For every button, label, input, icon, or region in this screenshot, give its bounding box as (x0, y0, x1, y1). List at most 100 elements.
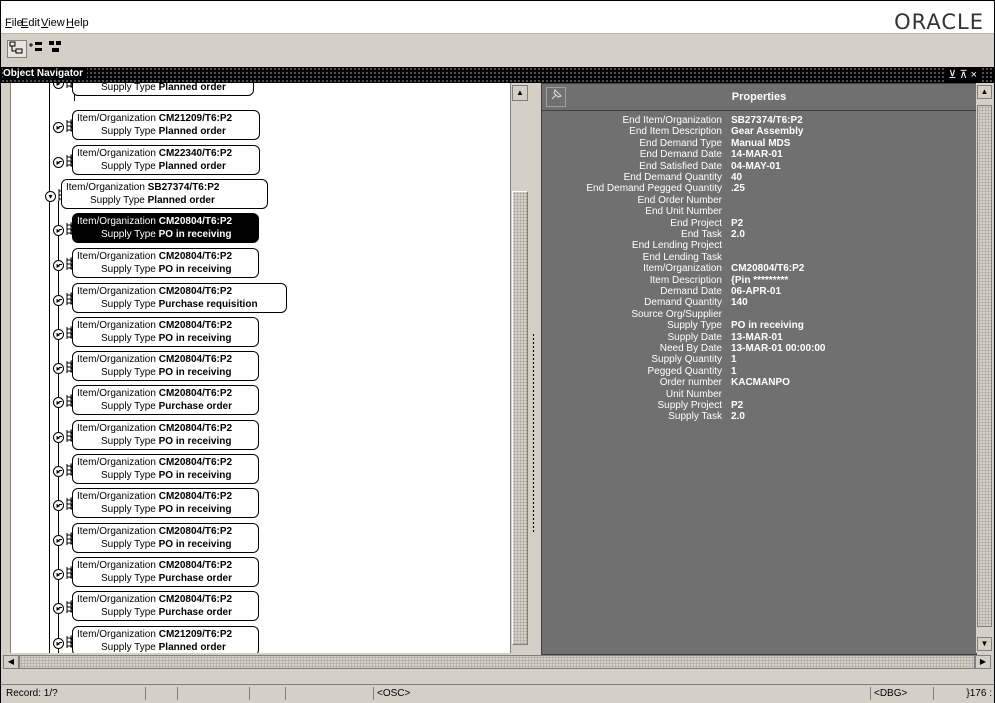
property-value[interactable]: Manual MDS (731, 138, 790, 149)
tree-node[interactable]: ▸ Item/Organization CM21209/T6:P2 Supply T… (11, 626, 491, 653)
property-value[interactable]: 140 (731, 297, 748, 308)
tree-node-label[interactable]: Item/Organization CM20804/T6:P2 Supply Ty… (72, 385, 259, 415)
scroll-up-icon[interactable]: ▲ (512, 85, 528, 101)
pane-splitter[interactable] (528, 83, 540, 653)
property-value[interactable]: 04-MAY-01 (731, 161, 781, 172)
properties-header: Properties (542, 84, 976, 111)
tree-node-label[interactable]: Item/Organization CM20804/T6:P2 Supply Ty… (72, 488, 259, 518)
menu-item-view[interactable]: View (41, 17, 65, 29)
tree-node-label[interactable]: Item/Organization CM21209/T6:P2 Supply Ty… (72, 110, 260, 140)
splitter-grip[interactable] (532, 333, 535, 533)
tree-node[interactable]: ▸ Item/Organization CM20804/T6:P2 Supply T… (11, 213, 491, 243)
scroll-right-icon[interactable]: ▶ (975, 655, 991, 669)
property-value[interactable]: 1 (731, 354, 737, 365)
collapse-node-icon[interactable]: ▾ (45, 191, 56, 202)
property-value[interactable]: .25 (731, 183, 745, 194)
tree-pane[interactable]: ▸ Item/Organization Supply Type Planned o… (10, 83, 511, 653)
tree-node[interactable]: ▸ Item/Organization CM21209/T6:P2 Supply T… (11, 110, 491, 140)
property-value[interactable]: KACMANPO (731, 377, 790, 388)
tree-node[interactable]: ▸ Item/Organization CM20804/T6:P2 Supply T… (11, 283, 491, 313)
tree-node[interactable]: ▸ Item/Organization CM20804/T6:P2 Supply T… (11, 385, 491, 415)
scroll-thumb[interactable] (977, 105, 992, 627)
supply-type-value: Planned order (158, 642, 226, 653)
tree-node-label[interactable]: Item/Organization CM20804/T6:P2 Supply Ty… (72, 351, 259, 381)
horizontal-scrollbar[interactable]: ◀ ▶ (3, 655, 991, 669)
expand-node-icon[interactable]: ▸ (53, 363, 64, 374)
window-controls[interactable]: ⊻ ⊼ × (945, 67, 980, 83)
menu-item-edit[interactable]: Edit (21, 17, 40, 29)
property-value[interactable]: P2 (731, 218, 743, 229)
tree-node[interactable]: ▸ Item/Organization CM20804/T6:P2 Supply T… (11, 591, 491, 621)
property-value[interactable]: CM20804/T6:P2 (731, 263, 804, 274)
tree-node[interactable]: ▸ Item/Organization CM20804/T6:P2 Supply T… (11, 454, 491, 484)
expand-node-icon[interactable]: ▸ (53, 329, 64, 340)
property-value[interactable]: 13-MAR-01 (731, 332, 783, 343)
tree-node[interactable]: ▸ Item/Organization CM20804/T6:P2 Supply T… (11, 557, 491, 587)
scroll-thumb[interactable] (19, 655, 975, 669)
tree-node[interactable]: ▸ Item/Organization CM20804/T6:P2 Supply T… (11, 317, 491, 347)
tree-node[interactable]: ▸ Item/Organization CM20804/T6:P2 Supply T… (11, 488, 491, 518)
property-value[interactable]: 06-APR-01 (731, 286, 781, 297)
expand-node-icon[interactable]: ▸ (53, 466, 64, 477)
expand-node-icon[interactable]: ▸ (53, 397, 64, 408)
expand-node-icon[interactable]: ▸ (53, 638, 64, 649)
property-value[interactable]: 14-MAR-01 (731, 149, 783, 160)
tree-node-label[interactable]: Item/Organization CM20804/T6:P2 Supply Ty… (72, 248, 259, 278)
scroll-thumb[interactable] (512, 191, 528, 645)
tree-node[interactable]: ▸ Item/Organization Supply Type Planned o… (11, 83, 491, 96)
tree-node[interactable]: ▾ Item/Organization SB27374/T6:P2 Supply T… (11, 179, 491, 209)
expand-node-icon[interactable]: ▸ (53, 432, 64, 443)
tree-node-label[interactable]: Item/Organization Supply Type Planned or… (72, 83, 254, 96)
property-value[interactable]: 40 (731, 172, 742, 183)
tree-node-label[interactable]: Item/Organization CM20804/T6:P2 Supply Ty… (72, 317, 259, 347)
property-value[interactable]: 13-MAR-01 00:00:00 (731, 343, 826, 354)
tree-node[interactable]: ▸ Item/Organization CM22340/T6:P2 Supply T… (11, 145, 491, 175)
expand-node-icon[interactable]: ▸ (53, 83, 64, 89)
tree-node-label[interactable]: Item/Organization CM22340/T6:P2 Supply Ty… (72, 145, 260, 175)
tree-node-label[interactable]: Item/Organization CM20804/T6:P2 Supply Ty… (72, 454, 259, 484)
supply-type-row: Supply Type Planned order (77, 125, 256, 138)
expand-all-icon[interactable] (28, 40, 46, 56)
scroll-left-icon[interactable]: ◀ (3, 655, 19, 669)
property-value[interactable]: {Pin ********* (731, 275, 788, 286)
expand-node-icon[interactable]: ▸ (53, 500, 64, 511)
navigator-title-bar[interactable]: Object Navigator ⊻ ⊼ × (1, 67, 994, 83)
tree-node[interactable]: ▸ Item/Organization CM20804/T6:P2 Supply T… (11, 248, 491, 278)
expand-node-icon[interactable]: ▸ (53, 225, 64, 236)
property-value[interactable]: 1 (731, 366, 737, 377)
menu-item-help[interactable]: Help (66, 17, 89, 29)
tree-node-label[interactable]: Item/Organization CM20804/T6:P2 Supply Ty… (72, 523, 259, 553)
property-value[interactable]: PO in receiving (731, 320, 804, 331)
property-row: End Lending Task (542, 252, 976, 263)
expand-node-icon[interactable]: ▸ (53, 122, 64, 133)
properties-pane: Properties End Item/Organization SB27374/… (541, 83, 977, 655)
collapse-all-icon[interactable] (48, 40, 66, 56)
tree-node-label[interactable]: Item/Organization CM21209/T6:P2 Supply Ty… (72, 626, 259, 653)
scroll-up-icon[interactable]: ▲ (977, 85, 992, 99)
expand-node-icon[interactable]: ▸ (53, 157, 64, 168)
item-org-row: Item/Organization CM20804/T6:P2 (77, 387, 255, 400)
property-value[interactable]: P2 (731, 400, 743, 411)
tree-node[interactable]: ▸ Item/Organization CM20804/T6:P2 Supply T… (11, 420, 491, 450)
expand-node-icon[interactable]: ▸ (53, 603, 64, 614)
tree-node-label[interactable]: Item/Organization CM20804/T6:P2 Supply Ty… (72, 420, 259, 450)
tree-node-label[interactable]: Item/Organization CM20804/T6:P2 Supply Ty… (72, 557, 259, 587)
tree-node-label[interactable]: Item/Organization CM20804/T6:P2 Supply Ty… (72, 213, 259, 243)
expand-node-icon[interactable]: ▸ (53, 295, 64, 306)
tree-vertical-scrollbar[interactable]: ▲ (510, 83, 528, 653)
hierarchy-view-icon[interactable] (7, 40, 27, 58)
tree-node-label[interactable]: Item/Organization SB27374/T6:P2 Supply Ty… (61, 179, 268, 209)
tree-node[interactable]: ▸ Item/Organization CM20804/T6:P2 Supply T… (11, 351, 491, 381)
property-value[interactable]: 2.0 (731, 411, 745, 422)
tree-node[interactable]: ▸ Item/Organization CM20804/T6:P2 Supply T… (11, 523, 491, 553)
property-value[interactable]: 2.0 (731, 229, 745, 240)
properties-vertical-scrollbar[interactable]: ▲ ▼ (976, 83, 992, 653)
expand-node-icon[interactable]: ▸ (53, 569, 64, 580)
property-value[interactable]: SB27374/T6:P2 (731, 115, 803, 126)
expand-node-icon[interactable]: ▸ (53, 260, 64, 271)
expand-node-icon[interactable]: ▸ (53, 535, 64, 546)
tree-node-label[interactable]: Item/Organization CM20804/T6:P2 Supply Ty… (72, 591, 259, 621)
tree-node-label[interactable]: Item/Organization CM20804/T6:P2 Supply Ty… (72, 283, 287, 313)
property-value[interactable]: Gear Assembly (731, 126, 803, 137)
scroll-down-icon[interactable]: ▼ (977, 637, 992, 651)
